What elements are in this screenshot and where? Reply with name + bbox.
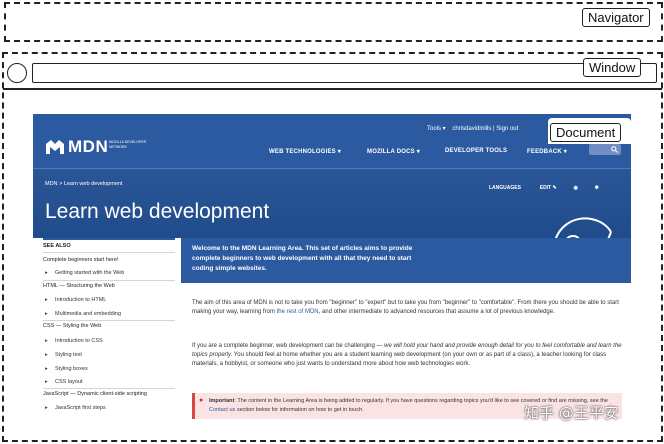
mdn-logo-text: MDN — [68, 137, 109, 156]
sidebar-separator — [43, 320, 175, 321]
sidebar-separator — [43, 252, 175, 253]
breadcrumb-current: Learn web development — [63, 181, 123, 187]
sidebar-item[interactable]: JavaScript first steps — [45, 405, 106, 411]
nav-mozilla-docs[interactable]: MOZILLA DOCS ▾ — [367, 148, 420, 155]
gear-icon[interactable]: ✱ — [595, 185, 599, 191]
contact-us-link[interactable]: Contact us — [209, 407, 235, 413]
top-links: Tools ▾ chrisdavidmills | Sign out — [427, 126, 519, 132]
search-icon — [611, 146, 618, 153]
sidebar-item[interactable]: JavaScript — Dynamic client-side scripti… — [43, 391, 147, 397]
mdn-logo-subtext: MOZILLA DEVELOPER NETWORK — [109, 140, 147, 149]
sidebar-item[interactable]: CSS layout — [45, 379, 82, 385]
intro-text: Welcome to the MDN Learning Area. This s… — [192, 245, 413, 272]
tools-link[interactable]: Tools ▾ — [427, 126, 446, 132]
search-box[interactable] — [589, 144, 621, 155]
sidebar-item[interactable]: Styling text — [45, 352, 82, 358]
browser-circle-button[interactable] — [7, 63, 27, 83]
document-area: Tools ▾ chrisdavidmills | Sign out MDN M… — [33, 114, 631, 422]
sidebar-item[interactable]: Introduction to CSS — [45, 338, 103, 344]
breadcrumb: MDN > Learn web development — [45, 181, 123, 187]
user-link[interactable]: chrisdavidmills — [452, 126, 491, 132]
sidebar-separator — [43, 388, 175, 389]
nav-developer-tools[interactable]: DEVELOPER TOOLS — [445, 148, 507, 154]
mdn-logo-icon — [46, 140, 64, 154]
sign-out-link[interactable]: Sign out — [496, 126, 518, 132]
header-divider — [33, 168, 631, 169]
sidebar-item[interactable]: Styling boxes — [45, 366, 88, 372]
window-label: Window — [583, 58, 642, 77]
document-label: Document — [550, 123, 622, 142]
navigator-box — [4, 2, 663, 42]
sidebar-item[interactable]: Complete beginners start here! — [43, 257, 119, 263]
page-actions: LANGUAGES EDIT ✎ ◉ ✱ — [489, 185, 599, 191]
watch-icon[interactable]: ◉ — [574, 185, 578, 191]
sidebar-item[interactable]: CSS — Styling the Web — [43, 323, 101, 329]
sidebar-item[interactable]: HTML — Structuring the Web — [43, 283, 115, 289]
languages-link[interactable]: LANGUAGES — [489, 185, 521, 191]
sidebar-separator — [43, 280, 175, 281]
rest-of-mdn-link[interactable]: the rest of MDN — [277, 309, 319, 315]
see-also-heading: SEE ALSO — [43, 243, 71, 249]
sidebar-item[interactable]: Getting started with the Web — [45, 270, 124, 276]
navigator-label: Navigator — [582, 8, 650, 27]
page-title: Learn web development — [45, 200, 270, 223]
paragraph-beginner: If you are a complete beginner, web deve… — [192, 343, 622, 367]
sidebar-top-rule — [43, 238, 175, 240]
nav-feedback[interactable]: FEEDBACK ▾ — [527, 148, 567, 155]
address-bar[interactable] — [32, 63, 657, 83]
watermark: 知乎 @王平安 — [524, 404, 619, 422]
pencil-icon: ✎ — [552, 185, 557, 191]
sidebar-item[interactable]: Introduction to HTML — [45, 297, 106, 303]
warning-icon: ● — [199, 397, 204, 404]
nav-web-technologies[interactable]: WEB TECHNOLOGIES ▾ — [269, 148, 341, 155]
mdn-logo[interactable]: MDN MOZILLA DEVELOPER NETWORK — [45, 136, 146, 160]
breadcrumb-mdn[interactable]: MDN — [45, 181, 58, 187]
edit-link[interactable]: EDIT — [540, 185, 551, 191]
paragraph-aim: The aim of this area of MDN is not to ta… — [192, 300, 619, 315]
sidebar-item[interactable]: Multimedia and embedding — [45, 311, 121, 317]
